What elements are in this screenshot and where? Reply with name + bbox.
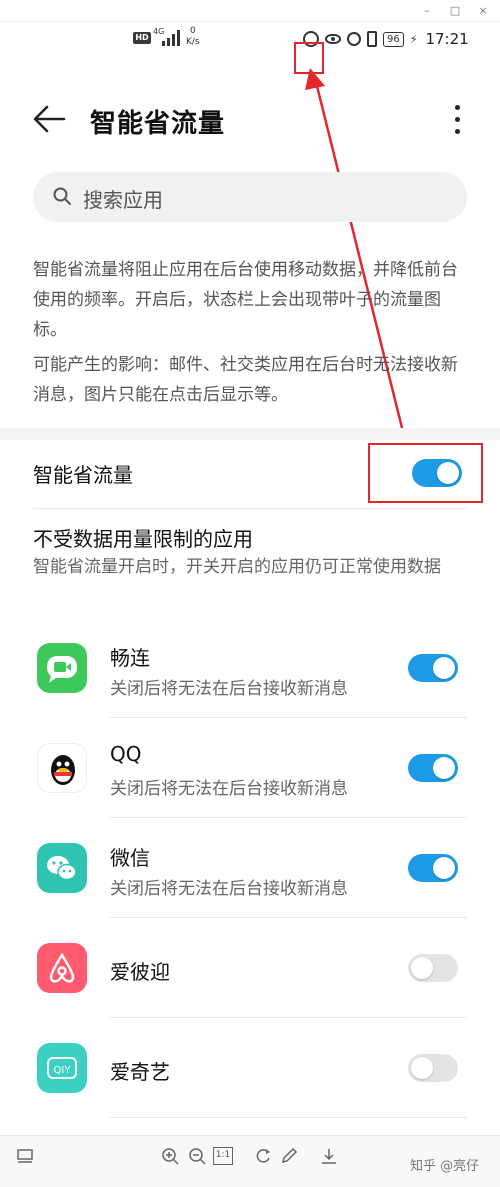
divider: [110, 1117, 467, 1118]
app-toggle[interactable]: [408, 654, 458, 682]
back-arrow-icon[interactable]: [32, 104, 66, 134]
app-row-iqiyi[interactable]: QIY 爱奇艺: [0, 1018, 500, 1118]
highlight-box-toggle: [368, 443, 483, 503]
search-icon: [53, 187, 71, 205]
actual-size-button[interactable]: 1:1: [213, 1147, 233, 1165]
app-desc: 关闭后将无法在后台接收新消息: [110, 779, 348, 799]
app-toggle[interactable]: [408, 954, 458, 982]
changlian-icon: [37, 643, 87, 693]
impact-paragraph: 可能产生的影响：邮件、社交类应用在后台时无法接收新消息，图片只能在点击后显示等。: [33, 355, 458, 405]
unrestricted-apps-subtitle: 智能省流量开启时，开关开启的应用仍可正常使用数据: [33, 557, 441, 577]
app-toggle[interactable]: [408, 854, 458, 882]
app-name: 微信: [110, 846, 150, 870]
app-name: 爱彼迎: [110, 960, 170, 984]
search-input[interactable]: 搜索应用: [33, 172, 467, 222]
search-placeholder: 搜索应用: [83, 188, 163, 212]
zoom-in-icon[interactable]: [160, 1146, 180, 1166]
app-row-wechat[interactable]: 微信 关闭后将无法在后台接收新消息: [0, 818, 500, 918]
app-name: 爱奇艺: [110, 1060, 170, 1084]
section-divider: [0, 428, 500, 440]
app-desc: 关闭后将无法在后台接收新消息: [110, 879, 348, 899]
app-row-changlian[interactable]: 畅连 关闭后将无法在后台接收新消息: [0, 618, 500, 718]
iqiyi-icon: QIY: [37, 1043, 87, 1093]
app-name: 畅连: [110, 646, 150, 670]
thumbnail-icon[interactable]: [15, 1146, 35, 1166]
app-row-airbnb[interactable]: 爱彼迎: [0, 918, 500, 1018]
qq-icon: [37, 743, 87, 793]
rotate-icon[interactable]: [253, 1146, 273, 1166]
download-icon[interactable]: [319, 1146, 339, 1166]
page-title: 智能省流量: [90, 109, 226, 139]
more-menu-icon[interactable]: [449, 103, 467, 137]
app-toggle[interactable]: [408, 754, 458, 782]
description-paragraph: 智能省流量将阻止应用在后台使用移动数据，并降低前台使用的频率。开启后，状态栏上会…: [33, 260, 458, 340]
airbnb-icon: [37, 943, 87, 993]
wechat-icon: [37, 843, 87, 893]
edit-pencil-icon[interactable]: [279, 1146, 299, 1166]
app-row-qq[interactable]: QQ 关闭后将无法在后台接收新消息: [0, 718, 500, 818]
data-saver-label: 智能省流量: [33, 463, 133, 487]
annotation-arrow-icon: [305, 68, 407, 441]
divider: [33, 508, 467, 509]
zoom-out-icon[interactable]: [187, 1146, 207, 1166]
app-name: QQ: [110, 742, 142, 766]
svg-text:QIY: QIY: [54, 1065, 72, 1076]
app-toggle[interactable]: [408, 1054, 458, 1082]
app-desc: 关闭后将无法在后台接收新消息: [110, 679, 348, 699]
watermark: 知乎 @亮仔: [410, 1159, 480, 1174]
unrestricted-apps-title: 不受数据用量限制的应用: [33, 527, 253, 551]
